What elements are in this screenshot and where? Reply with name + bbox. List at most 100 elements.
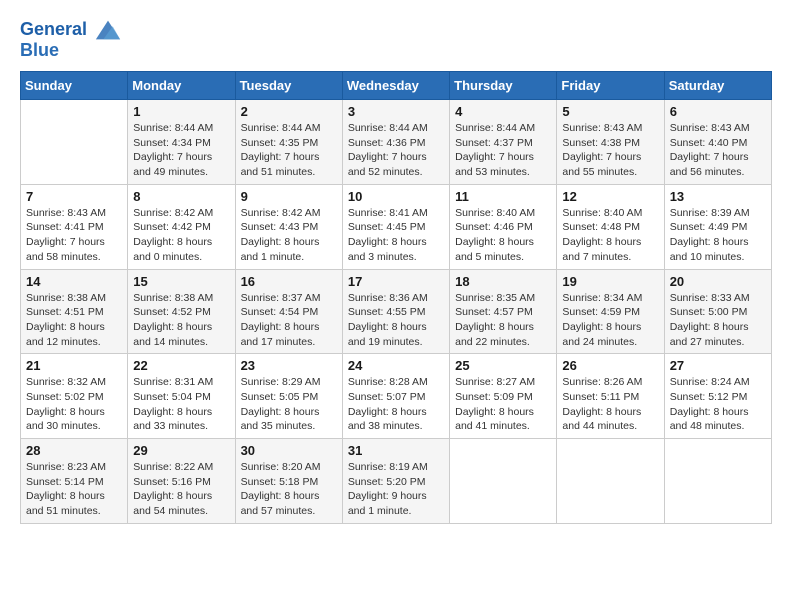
day-number: 12 xyxy=(562,189,658,204)
day-detail: Sunrise: 8:35 AMSunset: 4:57 PMDaylight:… xyxy=(455,291,551,350)
day-number: 24 xyxy=(348,358,444,373)
day-number: 19 xyxy=(562,274,658,289)
day-number: 26 xyxy=(562,358,658,373)
day-number: 17 xyxy=(348,274,444,289)
day-detail: Sunrise: 8:24 AMSunset: 5:12 PMDaylight:… xyxy=(670,375,766,434)
day-detail: Sunrise: 8:42 AMSunset: 4:43 PMDaylight:… xyxy=(241,206,337,265)
day-number: 28 xyxy=(26,443,122,458)
calendar-cell: 1Sunrise: 8:44 AMSunset: 4:34 PMDaylight… xyxy=(128,100,235,185)
day-detail: Sunrise: 8:32 AMSunset: 5:02 PMDaylight:… xyxy=(26,375,122,434)
logo-icon xyxy=(94,16,122,44)
calendar-cell: 31 Sunrise: 8:19 AMSunset: 5:20 PMDayligh… xyxy=(342,439,449,524)
calendar-cell: 28 Sunrise: 8:23 AMSunset: 5:14 PMDayligh… xyxy=(21,439,128,524)
calendar-cell: 29 Sunrise: 8:22 AMSunset: 5:16 PMDayligh… xyxy=(128,439,235,524)
weekday-header-saturday: Saturday xyxy=(664,72,771,100)
day-detail: Sunrise: 8:43 AMSunset: 4:40 PMDaylight:… xyxy=(670,121,766,180)
day-detail: Sunrise: 8:44 AMSunset: 4:35 PMDaylight:… xyxy=(241,121,337,180)
calendar-cell: 21 Sunrise: 8:32 AMSunset: 5:02 PMDayligh… xyxy=(21,354,128,439)
weekday-header-wednesday: Wednesday xyxy=(342,72,449,100)
day-number: 6 xyxy=(670,104,766,119)
day-number: 22 xyxy=(133,358,229,373)
day-detail: Sunrise: 8:44 AMSunset: 4:36 PMDaylight:… xyxy=(348,121,444,180)
calendar-week-row: 1Sunrise: 8:44 AMSunset: 4:34 PMDaylight… xyxy=(21,100,772,185)
day-detail: Sunrise: 8:38 AMSunset: 4:51 PMDaylight:… xyxy=(26,291,122,350)
day-number: 8 xyxy=(133,189,229,204)
calendar-cell xyxy=(450,439,557,524)
day-detail: Sunrise: 8:22 AMSunset: 5:16 PMDaylight:… xyxy=(133,460,229,519)
day-number: 27 xyxy=(670,358,766,373)
day-detail: Sunrise: 8:42 AMSunset: 4:42 PMDaylight:… xyxy=(133,206,229,265)
calendar-table: SundayMondayTuesdayWednesdayThursdayFrid… xyxy=(20,71,772,524)
day-number: 13 xyxy=(670,189,766,204)
day-detail: Sunrise: 8:43 AMSunset: 4:41 PMDaylight:… xyxy=(26,206,122,265)
calendar-cell: 22 Sunrise: 8:31 AMSunset: 5:04 PMDayligh… xyxy=(128,354,235,439)
calendar-cell: 25Sunrise: 8:27 AMSunset: 5:09 PMDayligh… xyxy=(450,354,557,439)
calendar-cell: 18Sunrise: 8:35 AMSunset: 4:57 PMDayligh… xyxy=(450,269,557,354)
calendar-cell xyxy=(664,439,771,524)
calendar-cell xyxy=(557,439,664,524)
calendar-cell: 16 Sunrise: 8:37 AMSunset: 4:54 PMDayligh… xyxy=(235,269,342,354)
day-number: 3 xyxy=(348,104,444,119)
calendar-cell: 9 Sunrise: 8:42 AMSunset: 4:43 PMDaylight… xyxy=(235,184,342,269)
day-number: 7 xyxy=(26,189,122,204)
day-detail: Sunrise: 8:19 AMSunset: 5:20 PMDaylight:… xyxy=(348,460,444,519)
calendar-cell: 6 Sunrise: 8:43 AMSunset: 4:40 PMDaylight… xyxy=(664,100,771,185)
calendar-cell: 20Sunrise: 8:33 AMSunset: 5:00 PMDayligh… xyxy=(664,269,771,354)
weekday-header-monday: Monday xyxy=(128,72,235,100)
day-detail: Sunrise: 8:38 AMSunset: 4:52 PMDaylight:… xyxy=(133,291,229,350)
day-detail: Sunrise: 8:37 AMSunset: 4:54 PMDaylight:… xyxy=(241,291,337,350)
calendar-cell: 19 Sunrise: 8:34 AMSunset: 4:59 PMDayligh… xyxy=(557,269,664,354)
calendar-cell: 3 Sunrise: 8:44 AMSunset: 4:36 PMDaylight… xyxy=(342,100,449,185)
calendar-week-row: 14 Sunrise: 8:38 AMSunset: 4:51 PMDayligh… xyxy=(21,269,772,354)
calendar-cell: 11 Sunrise: 8:40 AMSunset: 4:46 PMDayligh… xyxy=(450,184,557,269)
calendar-cell: 17 Sunrise: 8:36 AMSunset: 4:55 PMDayligh… xyxy=(342,269,449,354)
weekday-header-thursday: Thursday xyxy=(450,72,557,100)
day-number: 4 xyxy=(455,104,551,119)
day-number: 23 xyxy=(241,358,337,373)
calendar-week-row: 7 Sunrise: 8:43 AMSunset: 4:41 PMDaylight… xyxy=(21,184,772,269)
day-detail: Sunrise: 8:23 AMSunset: 5:14 PMDaylight:… xyxy=(26,460,122,519)
calendar-cell: 23 Sunrise: 8:29 AMSunset: 5:05 PMDayligh… xyxy=(235,354,342,439)
day-detail: Sunrise: 8:20 AMSunset: 5:18 PMDaylight:… xyxy=(241,460,337,519)
calendar-cell: 26 Sunrise: 8:26 AMSunset: 5:11 PMDayligh… xyxy=(557,354,664,439)
calendar-week-row: 21 Sunrise: 8:32 AMSunset: 5:02 PMDayligh… xyxy=(21,354,772,439)
calendar-cell: 4 Sunrise: 8:44 AMSunset: 4:37 PMDaylight… xyxy=(450,100,557,185)
day-number: 16 xyxy=(241,274,337,289)
calendar-week-row: 28 Sunrise: 8:23 AMSunset: 5:14 PMDayligh… xyxy=(21,439,772,524)
day-number: 15 xyxy=(133,274,229,289)
day-detail: Sunrise: 8:40 AMSunset: 4:48 PMDaylight:… xyxy=(562,206,658,265)
day-number: 29 xyxy=(133,443,229,458)
day-number: 11 xyxy=(455,189,551,204)
weekday-header-tuesday: Tuesday xyxy=(235,72,342,100)
day-number: 21 xyxy=(26,358,122,373)
calendar-cell: 14 Sunrise: 8:38 AMSunset: 4:51 PMDayligh… xyxy=(21,269,128,354)
weekday-header-sunday: Sunday xyxy=(21,72,128,100)
calendar-cell: 30 Sunrise: 8:20 AMSunset: 5:18 PMDayligh… xyxy=(235,439,342,524)
day-number: 31 xyxy=(348,443,444,458)
day-number: 2 xyxy=(241,104,337,119)
day-detail: Sunrise: 8:28 AMSunset: 5:07 PMDaylight:… xyxy=(348,375,444,434)
day-detail: Sunrise: 8:36 AMSunset: 4:55 PMDaylight:… xyxy=(348,291,444,350)
day-number: 5 xyxy=(562,104,658,119)
calendar-cell: 10Sunrise: 8:41 AMSunset: 4:45 PMDayligh… xyxy=(342,184,449,269)
day-detail: Sunrise: 8:41 AMSunset: 4:45 PMDaylight:… xyxy=(348,206,444,265)
day-detail: Sunrise: 8:29 AMSunset: 5:05 PMDaylight:… xyxy=(241,375,337,434)
calendar-cell xyxy=(21,100,128,185)
day-number: 30 xyxy=(241,443,337,458)
weekday-header-friday: Friday xyxy=(557,72,664,100)
logo: General Blue xyxy=(20,16,122,61)
calendar-cell: 5Sunrise: 8:43 AMSunset: 4:38 PMDaylight… xyxy=(557,100,664,185)
day-detail: Sunrise: 8:31 AMSunset: 5:04 PMDaylight:… xyxy=(133,375,229,434)
day-number: 14 xyxy=(26,274,122,289)
weekday-header-row: SundayMondayTuesdayWednesdayThursdayFrid… xyxy=(21,72,772,100)
day-number: 20 xyxy=(670,274,766,289)
day-detail: Sunrise: 8:44 AMSunset: 4:37 PMDaylight:… xyxy=(455,121,551,180)
day-detail: Sunrise: 8:27 AMSunset: 5:09 PMDaylight:… xyxy=(455,375,551,434)
day-number: 9 xyxy=(241,189,337,204)
day-detail: Sunrise: 8:34 AMSunset: 4:59 PMDaylight:… xyxy=(562,291,658,350)
calendar-cell: 13Sunrise: 8:39 AMSunset: 4:49 PMDayligh… xyxy=(664,184,771,269)
day-detail: Sunrise: 8:40 AMSunset: 4:46 PMDaylight:… xyxy=(455,206,551,265)
calendar-cell: 24 Sunrise: 8:28 AMSunset: 5:07 PMDayligh… xyxy=(342,354,449,439)
calendar-cell: 27 Sunrise: 8:24 AMSunset: 5:12 PMDayligh… xyxy=(664,354,771,439)
day-detail: Sunrise: 8:26 AMSunset: 5:11 PMDaylight:… xyxy=(562,375,658,434)
